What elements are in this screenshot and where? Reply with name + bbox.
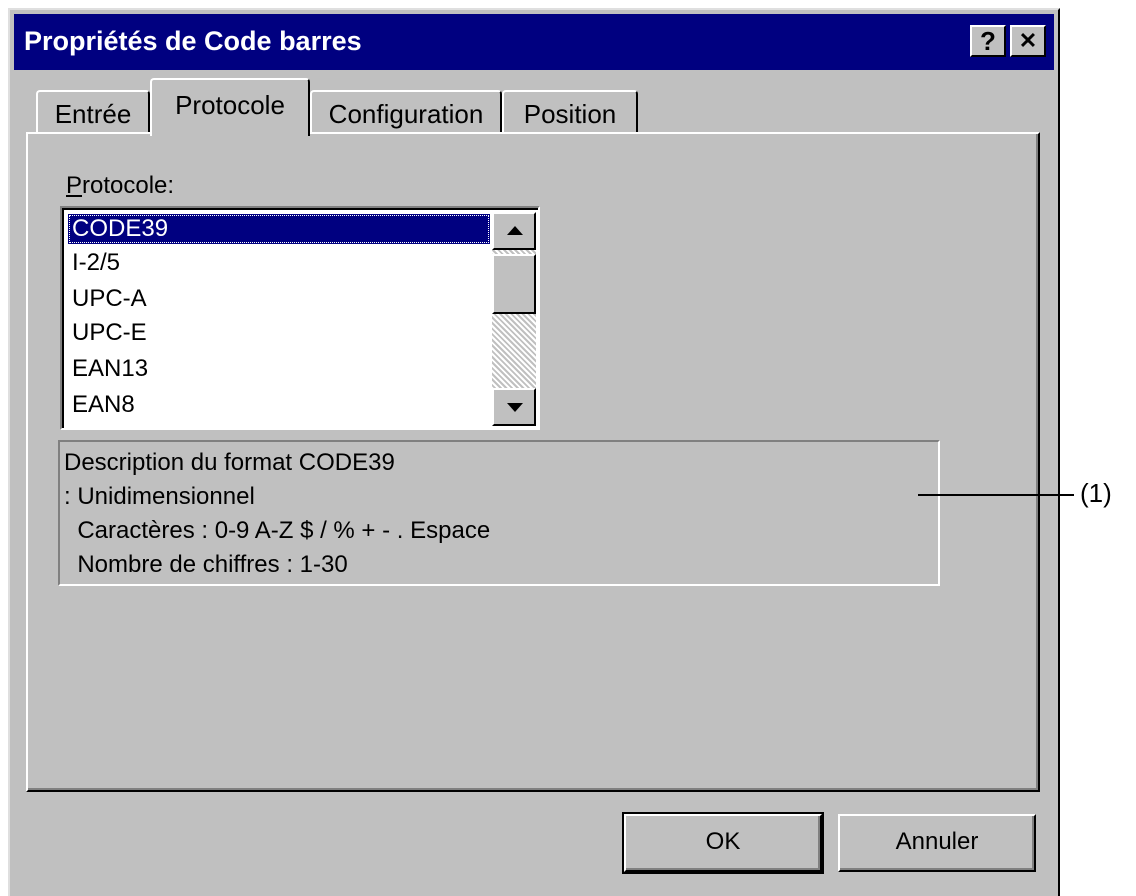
title-bar: Propriétés de Code barres ? ✕	[14, 14, 1054, 70]
list-item-code39[interactable]: CODE39	[68, 214, 490, 244]
list-item-upce[interactable]: UPC-E	[68, 318, 151, 348]
arrow-up-icon	[507, 226, 523, 235]
tab-position[interactable]: Position	[502, 90, 638, 134]
ok-button[interactable]: OK	[622, 812, 824, 874]
help-icon: ?	[980, 26, 996, 56]
description-line: Nombre de chiffres : 1-30	[64, 551, 348, 578]
tab-protocole[interactable]: Protocole	[150, 78, 310, 136]
tab-entree[interactable]: Entrée	[36, 90, 150, 134]
listbox-scrollbar[interactable]	[492, 212, 536, 426]
tab-label: Protocole	[175, 90, 285, 120]
tab-label: Position	[523, 99, 617, 129]
protocol-listbox[interactable]: CODE39 I-2/5 UPC-A UPC-E EAN13 EAN8	[60, 206, 540, 430]
window-title: Propriétés de Code barres	[24, 26, 362, 56]
scroll-down-button[interactable]	[492, 388, 536, 426]
close-button[interactable]: ✕	[1010, 25, 1046, 57]
list-item-ean8[interactable]: EAN8	[68, 390, 139, 420]
description-line: Description du format CODE39	[64, 449, 395, 476]
cancel-button[interactable]: Annuler	[838, 814, 1036, 872]
tab-configuration[interactable]: Configuration	[310, 90, 502, 134]
protocol-label: Protocole:	[66, 172, 174, 200]
list-item-i25[interactable]: I-2/5	[68, 248, 124, 278]
help-button[interactable]: ?	[970, 25, 1006, 57]
description-line: Caractères : 0-9 A-Z $ / % + - . Espace	[64, 517, 491, 544]
tab-label: Configuration	[328, 99, 484, 129]
tab-label: Entrée	[54, 99, 132, 129]
list-item-ean13[interactable]: EAN13	[68, 354, 152, 384]
scroll-up-button[interactable]	[492, 212, 536, 250]
list-item-upca[interactable]: UPC-A	[68, 284, 151, 314]
format-description: Description du format CODE39 : Unidimens…	[58, 440, 940, 586]
protocol-label-text: rotocole:	[82, 172, 175, 199]
arrow-down-icon	[507, 403, 523, 412]
callout-label: (1)	[1080, 478, 1112, 508]
protocol-label-mnemonic: P	[66, 172, 83, 199]
close-icon: ✕	[1018, 28, 1038, 53]
callout-line	[918, 494, 1074, 496]
description-line: : Unidimensionnel	[64, 483, 255, 510]
scroll-thumb[interactable]	[492, 254, 536, 314]
